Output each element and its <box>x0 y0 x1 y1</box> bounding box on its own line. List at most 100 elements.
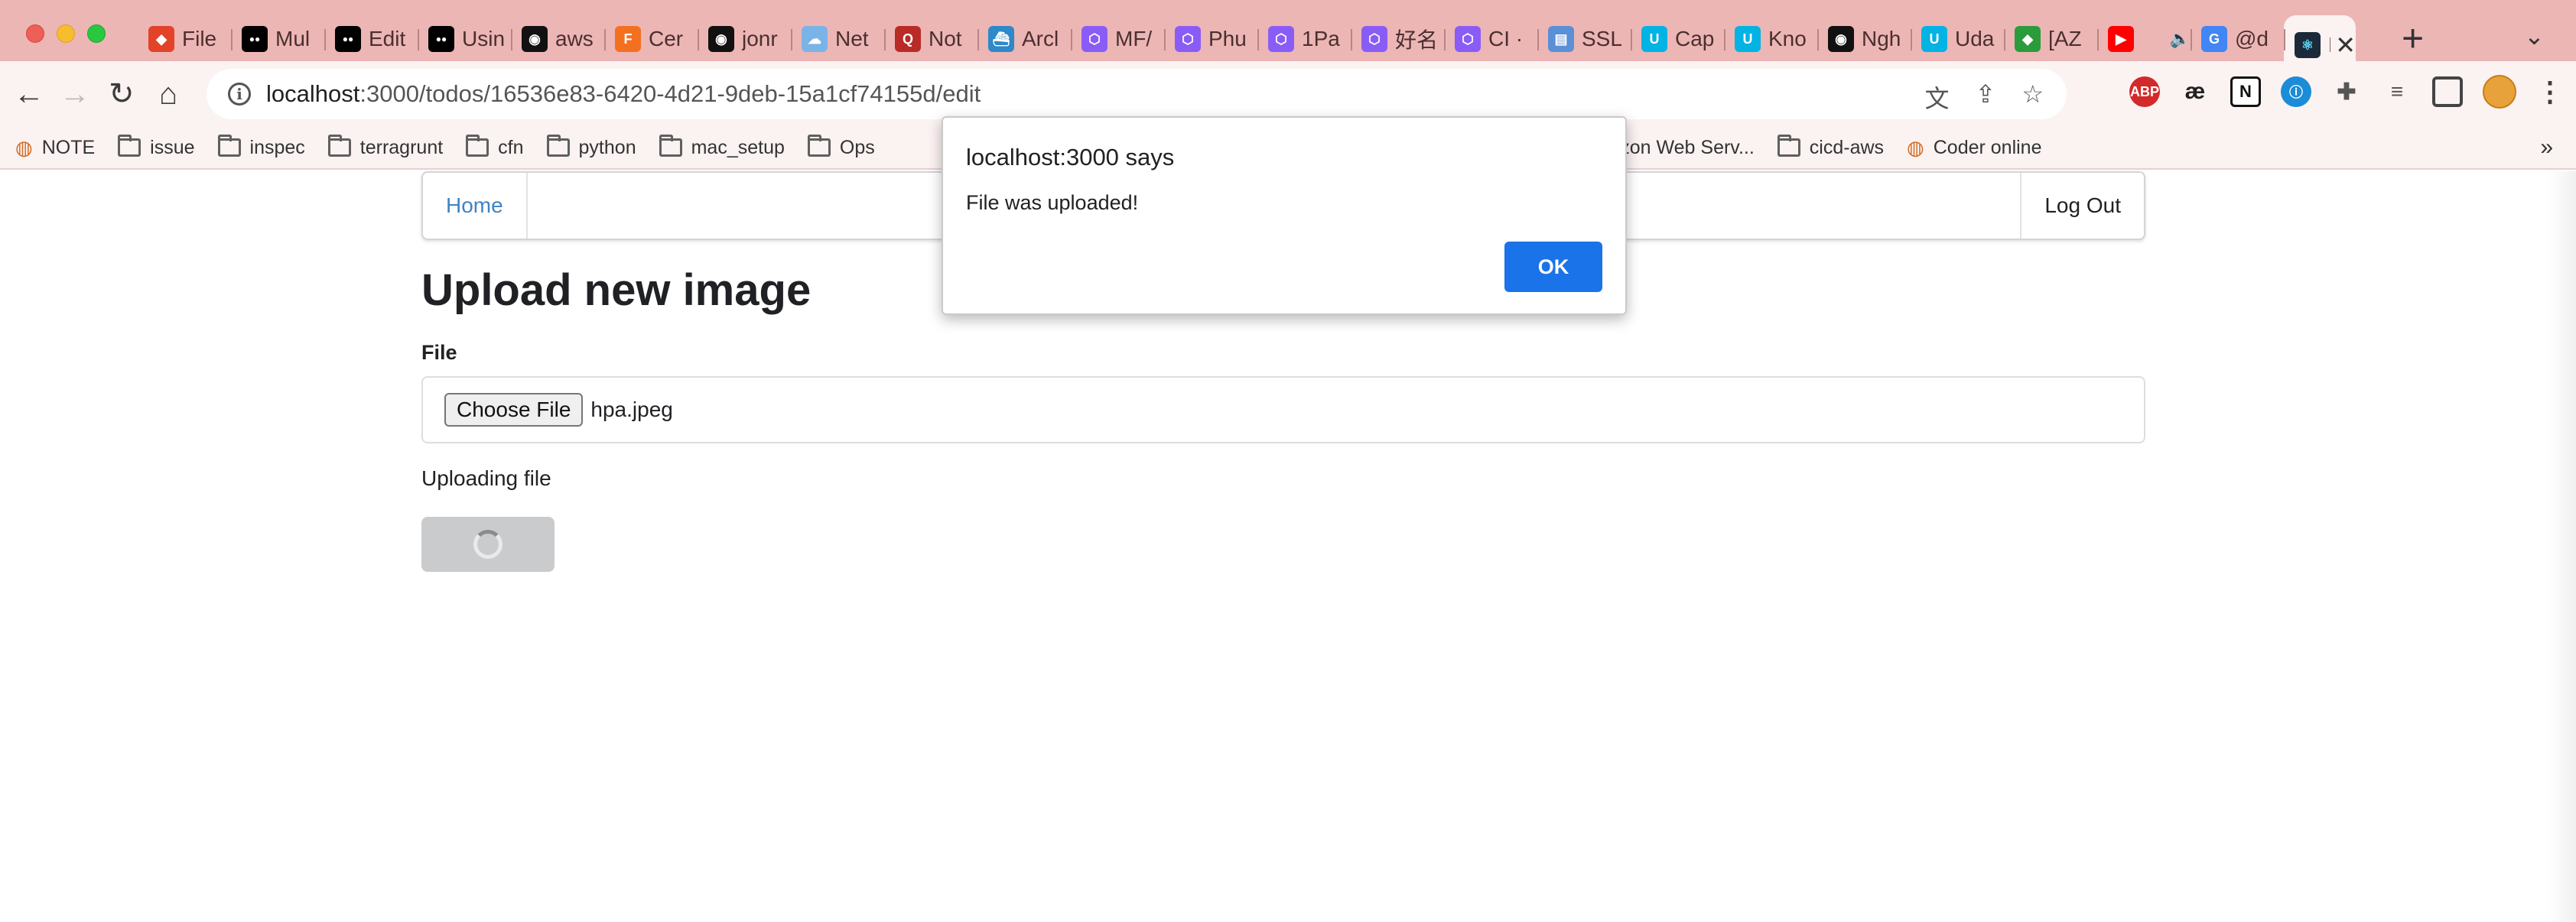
github-icon: ◉ <box>1828 26 1854 52</box>
folder-icon <box>327 135 351 157</box>
share-icon[interactable]: ⇪ <box>1976 80 1996 115</box>
bookmark-item[interactable]: terragrunt <box>327 135 444 159</box>
browser-tab[interactable]: ⬡ Phu <box>1164 15 1257 63</box>
browser-tab[interactable]: ⬡ 1Pa <box>1257 15 1351 63</box>
browser-tab[interactable]: ◉ aws <box>511 15 604 63</box>
back-arrow-icon[interactable]: ← <box>14 76 44 112</box>
quora-icon: Q <box>895 26 921 52</box>
browser-tab[interactable]: ▤ SSL <box>1537 15 1631 63</box>
notion-icon[interactable]: N <box>2230 76 2261 107</box>
browser-tab[interactable]: G @d <box>2191 15 2284 63</box>
bookmark-label: NOTE <box>41 136 96 158</box>
bookmark-label: inspec <box>249 136 305 158</box>
browser-tab[interactable]: F Cer <box>604 15 698 63</box>
home-icon[interactable]: ⌂ <box>159 76 177 112</box>
udacity-icon: U <box>1641 26 1667 52</box>
window-zoom-button[interactable] <box>87 24 106 43</box>
browser-tab[interactable]: ⬡ 好名 <box>1351 15 1444 63</box>
browser-tab[interactable]: ◆ File <box>138 15 231 63</box>
page-title: Upload new image <box>421 265 812 315</box>
tab-title: CI · <box>1488 27 1524 50</box>
browser-tab[interactable]: U Kno <box>1724 15 1817 63</box>
profile-avatar[interactable] <box>2483 75 2516 109</box>
bookmark-item[interactable]: cfn <box>466 135 524 159</box>
browser-tab[interactable]: ●● Edit <box>324 15 418 63</box>
ship-icon: ⛴ <box>988 26 1014 52</box>
reading-list-icon[interactable]: ≡ <box>2382 76 2412 107</box>
folder-icon <box>118 135 141 157</box>
browser-tab[interactable]: ▶ 🔈 <box>2097 15 2191 63</box>
site-info-icon[interactable]: i <box>228 83 251 106</box>
adblock-plus-icon[interactable]: ABP <box>2129 76 2160 107</box>
browser-tab[interactable]: ⬡ MF/ <box>1071 15 1164 63</box>
logout-link[interactable]: Log Out <box>2020 173 2144 239</box>
extensions-puzzle-icon[interactable]: ✚ <box>2331 76 2362 107</box>
udacity-icon: U <box>1921 26 1947 52</box>
ae-extension-icon[interactable]: æ <box>2180 76 2210 107</box>
bookmarks-overflow-icon[interactable]: » <box>2540 135 2553 161</box>
browser-tab[interactable]: U Uda <box>1911 15 2004 63</box>
tab-title: Arcl <box>1022 27 1059 50</box>
bookmark-label: cicd-aws <box>1809 136 1885 158</box>
tab-title: Mul <box>275 27 311 50</box>
1password-icon[interactable]: ⓘ <box>2281 76 2311 107</box>
new-tab-button[interactable]: + <box>2402 15 2424 61</box>
tab-close-icon[interactable]: ✕ <box>2335 31 2356 60</box>
tab-title: Usin <box>462 27 506 50</box>
site-favicon-icon: ◍ <box>15 135 33 159</box>
forward-arrow-icon[interactable]: → <box>60 76 90 112</box>
browser-tab[interactable]: ◉ jonr <box>698 15 791 63</box>
tab-title: Cer <box>649 27 684 50</box>
bookmark-label: terragrunt <box>359 136 444 158</box>
address-bar[interactable]: i localhost:3000/todos/16536e83-6420-4d2… <box>207 69 2067 119</box>
browser-tab[interactable]: Q Not <box>884 15 977 63</box>
bookmark-item[interactable]: ◍ NOTE <box>15 136 95 160</box>
bookmark-item[interactable]: python <box>546 135 636 159</box>
choose-file-button[interactable]: Choose File <box>444 393 584 427</box>
folder-icon <box>659 135 682 157</box>
folder-icon <box>217 135 241 157</box>
bookmark-star-icon[interactable]: ☆ <box>2021 80 2044 115</box>
reload-icon[interactable]: ↻ <box>109 76 135 112</box>
browser-tab[interactable]: ●● Usin <box>418 15 511 63</box>
tab-title: @d <box>2235 27 2269 50</box>
file-input[interactable]: Choose File hpa.jpeg <box>421 376 2145 443</box>
url-text[interactable]: localhost:3000/todos/16536e83-6420-4d21-… <box>266 80 981 108</box>
github-icon: ◉ <box>522 26 548 52</box>
selected-file-name: hpa.jpeg <box>590 398 673 421</box>
browser-tab[interactable]: ☁ Net <box>791 15 884 63</box>
window-minimize-button[interactable] <box>57 24 75 43</box>
medium-icon: ●● <box>428 26 454 52</box>
bookmark-item[interactable]: mac_setup <box>659 135 785 159</box>
browser-menu-icon[interactable]: ⋮ <box>2536 76 2564 108</box>
browser-tab[interactable]: ⬡ CI · <box>1444 15 1537 63</box>
browser-tab[interactable]: ◆ [AZ <box>2004 15 2097 63</box>
browser-tab[interactable]: ◉ Ngh <box>1817 15 1911 63</box>
translate-icon[interactable]: 文 <box>1924 80 1949 115</box>
browser-tab[interactable]: ●● Mul <box>231 15 324 63</box>
bookmark-label: mac_setup <box>691 136 785 158</box>
bookmark-item[interactable]: cicd-aws <box>1777 135 1885 159</box>
window-close-button[interactable] <box>26 24 44 43</box>
site-favicon-icon: ◍ <box>1907 135 1924 159</box>
hexagon-icon: ⬡ <box>1361 26 1387 52</box>
tab-audio-icon[interactable]: 🔈 <box>2170 29 2191 49</box>
bookmark-label: Coder online <box>1933 136 2042 158</box>
side-panel-icon[interactable] <box>2432 76 2463 107</box>
tab-title: Ngh <box>1862 27 1901 50</box>
dialog-ok-button[interactable]: OK <box>1504 242 1602 292</box>
home-link[interactable]: Home <box>423 173 528 239</box>
bookmark-item[interactable]: issue <box>118 135 195 159</box>
bookmark-label: Ops <box>839 136 875 158</box>
bookmark-item[interactable]: Ops <box>807 135 875 159</box>
tab-title: MF/ <box>1115 27 1153 50</box>
browser-tab[interactable]: ⛴ Arcl <box>977 15 1071 63</box>
bookmark-item[interactable]: ◍ Coder online <box>1907 136 2041 160</box>
bookmark-item[interactable]: inspec <box>217 135 305 159</box>
tab-title: SSL <box>1582 27 1622 50</box>
tab-title: 好名 <box>1395 28 1439 52</box>
browser-tab[interactable]: U Cap <box>1631 15 1724 63</box>
upload-button-loading[interactable] <box>421 517 555 572</box>
tab-search-chevron-icon[interactable]: ⌄ <box>2524 21 2545 50</box>
scroll-edge-shadow <box>2547 171 2576 922</box>
